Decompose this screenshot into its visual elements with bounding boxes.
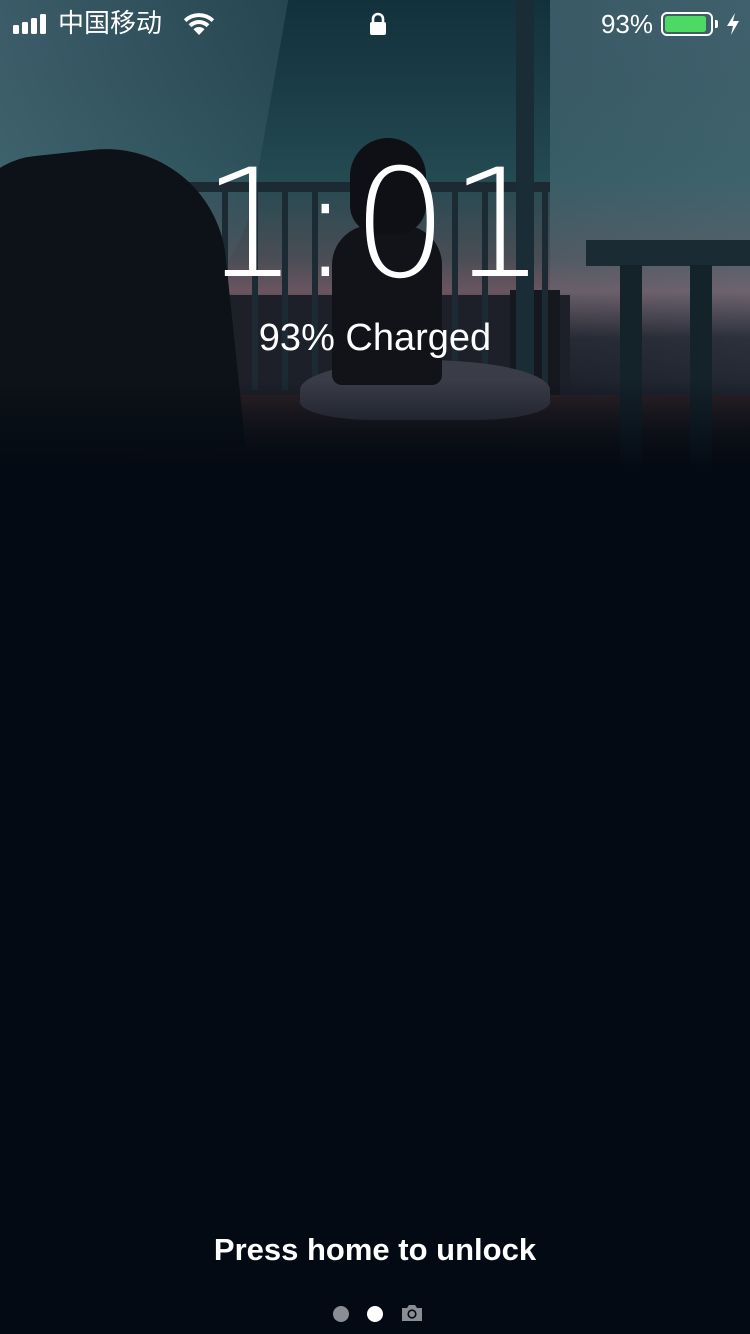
unlock-hint: Press home to unlock: [213, 1232, 537, 1267]
lock-screen: 中国移动 93% 1:01 93% Charged Press home to …: [0, 0, 750, 1334]
charge-status: 93% Charged: [258, 317, 492, 359]
status-bar: 中国移动 93%: [0, 0, 750, 50]
page-dot-current[interactable]: [367, 1306, 383, 1322]
signal-icon: [13, 14, 51, 34]
lock-screen-time: 1:01: [202, 138, 548, 312]
carrier-name: 中国移动: [58, 9, 163, 39]
page-dot-notifications[interactable]: [333, 1306, 349, 1322]
charging-bolt-icon: [727, 13, 739, 35]
battery-icon: [661, 12, 713, 36]
lock-icon: [370, 12, 386, 35]
battery-percentage: 93%: [600, 9, 653, 39]
battery-level-fill: [665, 16, 706, 32]
camera-icon[interactable]: [400, 1303, 424, 1323]
battery-cap: [715, 20, 718, 28]
wifi-icon: [183, 13, 215, 35]
